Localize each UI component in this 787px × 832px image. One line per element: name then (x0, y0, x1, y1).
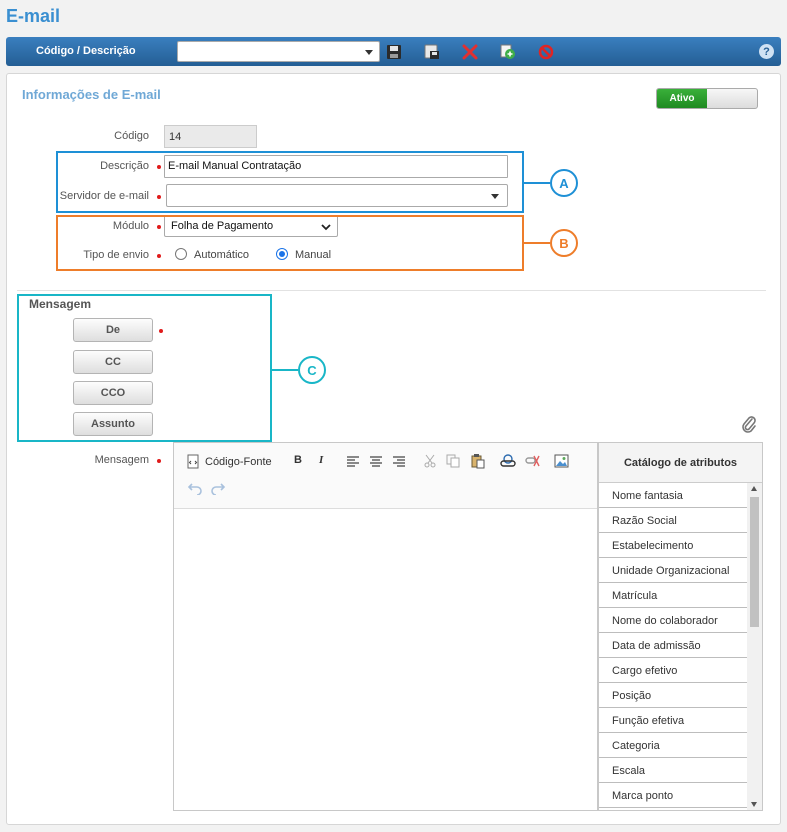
catalog-item[interactable]: Nome do colaborador (599, 608, 747, 633)
catalog-item[interactable]: Data de admissão (599, 633, 747, 658)
page-title: E-mail (6, 6, 61, 26)
bold-button[interactable]: B (294, 454, 302, 466)
catalog-item[interactable]: Nome fantasia (599, 483, 747, 508)
align-left-icon[interactable] (346, 455, 360, 467)
annotation-box-b (56, 215, 524, 271)
annotation-marker-b: B (550, 229, 578, 257)
catalog-item[interactable]: Categoria (599, 733, 747, 758)
codigo-label: Código (114, 130, 149, 142)
toolbar: Código / Descrição ? (6, 37, 781, 66)
catalog-item[interactable]: Escala (599, 758, 747, 783)
section-title: Informações de E-mail (22, 87, 161, 102)
editor-toolbar: Código-Fonte B I (174, 443, 597, 509)
source-code-label: Código-Fonte (205, 456, 272, 468)
scroll-up-icon[interactable] (751, 486, 757, 491)
annotation-marker-a: A (550, 169, 578, 197)
save-icon[interactable] (384, 42, 403, 61)
annotation-line-c (272, 369, 298, 371)
catalog-scrollbar[interactable] (747, 483, 762, 810)
paperclip-icon[interactable] (741, 414, 757, 437)
image-icon[interactable] (554, 454, 569, 468)
catalog-item[interactable]: Estabelecimento (599, 533, 747, 558)
page: E-mail Código / Descrição ? Informações … (0, 0, 787, 832)
scroll-down-icon[interactable] (751, 802, 757, 807)
align-right-icon[interactable] (392, 455, 406, 467)
catalog-item[interactable]: Unidade Organizacional (599, 558, 747, 583)
catalog-item[interactable]: Posição (599, 683, 747, 708)
annotation-marker-c: C (298, 356, 326, 384)
catalog-item[interactable]: Matrícula (599, 583, 747, 608)
message-editor[interactable]: Código-Fonte B I (173, 442, 598, 811)
link-icon[interactable] (500, 454, 516, 468)
delete-icon[interactable] (460, 42, 479, 61)
scroll-thumb[interactable] (750, 497, 759, 627)
unlink-icon[interactable] (525, 454, 541, 468)
cut-icon[interactable] (423, 454, 437, 468)
paste-icon[interactable] (470, 453, 486, 469)
toolbar-label: Código / Descrição (36, 45, 136, 57)
status-toggle[interactable]: Ativo (656, 88, 758, 109)
cancel-icon[interactable] (536, 42, 555, 61)
required-marker (157, 459, 161, 463)
catalog-item[interactable]: Marca ponto (599, 783, 747, 808)
code-description-select[interactable] (177, 41, 380, 62)
catalog-title: Catálogo de atributos (599, 443, 762, 483)
catalog-item[interactable]: Razão Social (599, 508, 747, 533)
annotation-box-a (56, 151, 524, 213)
redo-icon[interactable] (210, 481, 226, 495)
copy-icon[interactable] (498, 42, 517, 61)
annotation-line-a (524, 182, 550, 184)
copy-text-icon[interactable] (446, 454, 460, 468)
annotation-line-b (524, 242, 550, 244)
align-center-icon[interactable] (369, 455, 383, 467)
italic-button[interactable]: I (319, 454, 323, 466)
codigo-field: 14 (164, 125, 257, 148)
help-icon[interactable]: ? (759, 44, 774, 59)
status-toggle-label: Ativo (657, 89, 707, 108)
save-new-icon[interactable] (422, 42, 441, 61)
undo-icon[interactable] (187, 481, 203, 495)
source-code-icon (187, 454, 199, 469)
main-panel: Informações de E-mail Ativo Código 14 De… (6, 73, 781, 825)
mensagem-editor-label: Mensagem (94, 454, 149, 466)
annotation-box-c (17, 294, 272, 442)
source-code-button[interactable]: Código-Fonte (186, 454, 272, 470)
attribute-catalog: Catálogo de atributos Nome fantasia Razã… (598, 442, 763, 811)
catalog-item[interactable]: Função efetiva (599, 708, 747, 733)
catalog-item[interactable]: Cargo efetivo (599, 658, 747, 683)
divider (17, 290, 766, 291)
chevron-down-icon (365, 50, 373, 55)
catalog-list: Nome fantasia Razão Social Estabelecimen… (599, 483, 747, 808)
